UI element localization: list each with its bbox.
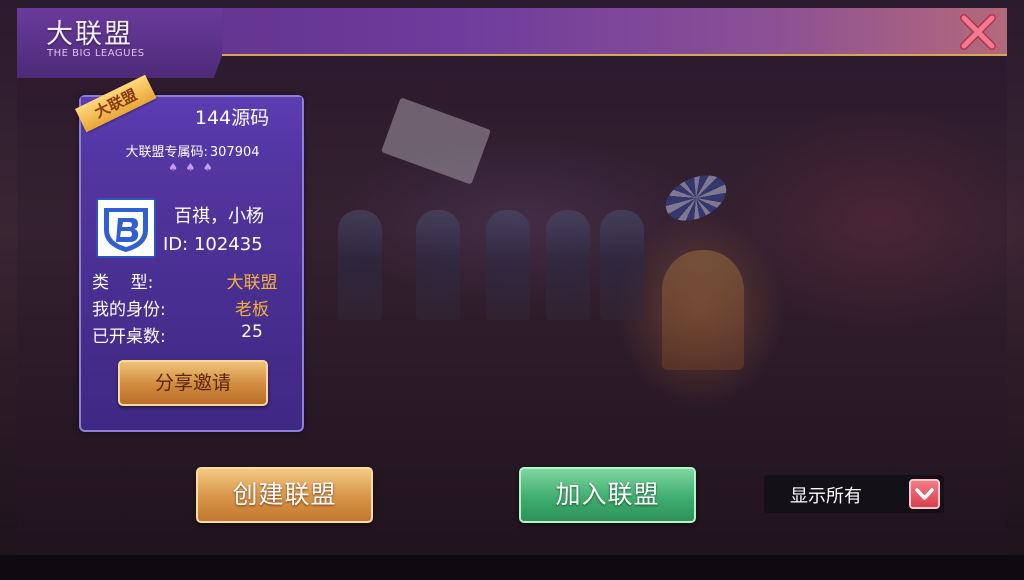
info-row-tables: 已开桌数: 25 [92, 322, 292, 347]
owner-id: ID: 102435 [163, 234, 263, 255]
page-title: 大联盟 [46, 19, 133, 50]
spade-divider-icon: ♠ ♠ ♠ [168, 161, 215, 174]
bottom-strip [0, 555, 1024, 580]
info-label: 已开桌数: [92, 327, 166, 347]
league-code-value: 307904 [209, 145, 260, 160]
info-value: 大联盟 [226, 273, 278, 293]
info-row-role: 我的身份: 老板 [92, 295, 292, 320]
close-button[interactable] [958, 12, 998, 52]
dropdown-toggle-button[interactable] [909, 479, 940, 509]
shield-logo-icon [98, 200, 154, 256]
league-code-label: 大联盟专属码: [125, 145, 208, 160]
info-value: 25 [241, 322, 263, 342]
join-league-button[interactable]: 加入联盟 [519, 467, 696, 523]
info-label: 类 型: [92, 273, 154, 293]
league-card[interactable]: 大联盟 144源码 大联盟专属码: 307904 ♠ ♠ ♠ 百祺，小杨 ID: … [75, 74, 304, 432]
owner-name: 百祺，小杨 [174, 206, 264, 227]
filter-selected-value: 显示所有 [790, 486, 862, 507]
league-name: 144源码 [194, 107, 270, 129]
info-label: 我的身份: [92, 300, 166, 320]
avatar [96, 198, 156, 258]
league-code: 大联盟专属码: 307904 [81, 141, 302, 160]
create-league-button[interactable]: 创建联盟 [196, 467, 373, 523]
share-invite-button[interactable]: 分享邀请 [118, 360, 268, 406]
info-row-type: 类 型: 大联盟 [92, 268, 292, 293]
chevron-down-icon [915, 488, 934, 500]
close-icon [960, 14, 996, 50]
info-value: 老板 [235, 300, 269, 320]
page-subtitle: THE BIG LEAGUES [47, 48, 145, 59]
display-filter-dropdown[interactable]: 显示所有 [764, 475, 944, 513]
